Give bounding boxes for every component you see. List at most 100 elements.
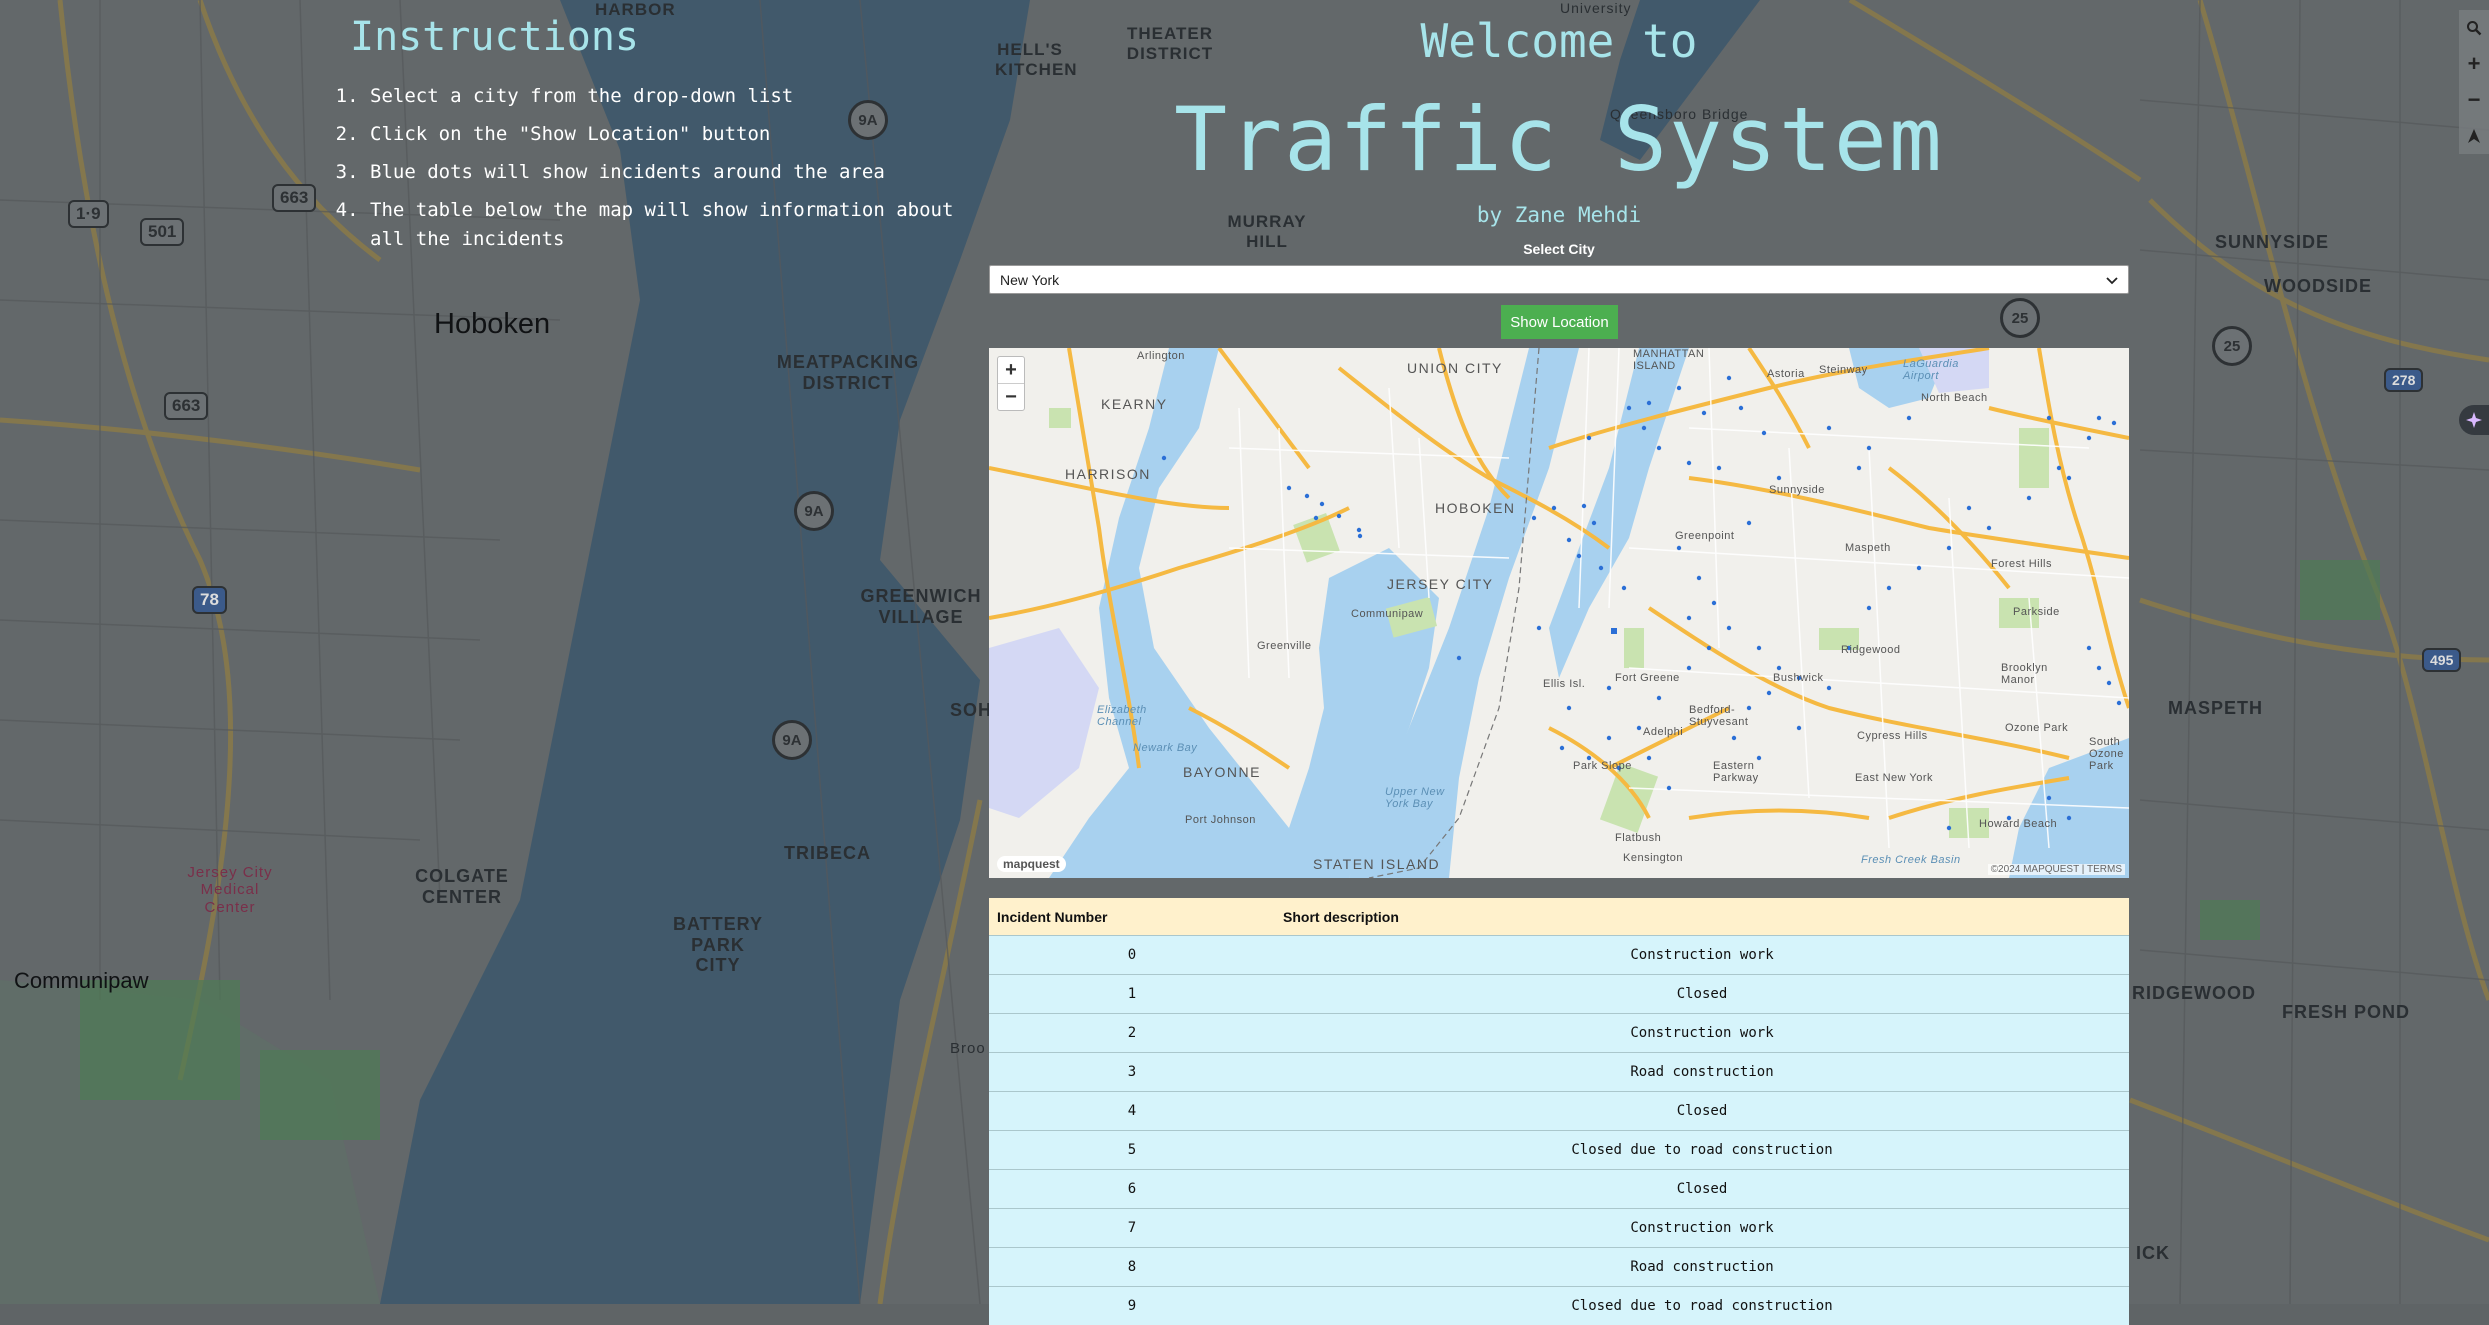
bg-shield-278: 278 — [2384, 368, 2423, 392]
incident-map[interactable]: Arlington KEARNY UNION CITY HARRISON HOB… — [989, 348, 2129, 878]
description-cell: Construction work — [1275, 1014, 2129, 1053]
bg-label-broo: Broo — [950, 1040, 986, 1057]
bg-shield-9a-2: 9A — [794, 491, 834, 531]
bg-shield-78: 78 — [192, 586, 227, 614]
compass-icon[interactable] — [2459, 118, 2489, 154]
bg-label-meatpacking: MEATPACKING DISTRICT — [768, 352, 928, 393]
map-label: HARRISON — [1065, 466, 1151, 482]
bg-label-communipaw: Communipaw — [14, 968, 149, 993]
map-attribution[interactable]: ©2024 MAPQUEST | TERMS — [1988, 864, 2125, 875]
table-header-row: Incident Number Short description — [989, 898, 2129, 936]
map-label: East New York — [1855, 772, 1933, 784]
incident-number-cell: 4 — [989, 1092, 1275, 1131]
map-zoom-out-button[interactable]: − — [998, 383, 1024, 410]
map-label: STATEN ISLAND — [1313, 856, 1440, 872]
map-label: JERSEY CITY — [1387, 576, 1494, 592]
map-label: MANHATTAN ISLAND — [1633, 348, 1703, 372]
zoom-in-icon[interactable]: + — [2459, 46, 2489, 82]
map-label: Kensington — [1623, 852, 1683, 864]
incident-number-cell: 1 — [989, 975, 1275, 1014]
instructions-panel: Instructions Select a city from the drop… — [330, 14, 970, 263]
column-header-incident-number: Incident Number — [989, 898, 1275, 936]
map-label: North Beach — [1921, 392, 1988, 404]
table-row: 2Construction work — [989, 1014, 2129, 1053]
map-zoom-control: + − — [997, 356, 1025, 411]
map-zoom-in-button[interactable]: + — [998, 357, 1024, 383]
incident-number-cell: 3 — [989, 1053, 1275, 1092]
bg-label-maspeth: MASPETH — [2168, 698, 2263, 719]
table-row: 5Closed due to road construction — [989, 1131, 2129, 1170]
bg-label-soh: SOH — [950, 700, 992, 721]
welcome-heading: Welcome to — [989, 14, 2129, 68]
map-label: South Ozone Park — [2089, 736, 2129, 772]
bg-label-sunnyside: SUNNYSIDE — [2215, 232, 2329, 253]
map-label: Port Johnson — [1185, 814, 1256, 826]
bg-label-hoboken: Hoboken — [434, 308, 550, 341]
bg-shield-663a: 663 — [272, 184, 316, 212]
map-label: Greenville — [1257, 640, 1312, 652]
instructions-title: Instructions — [350, 14, 970, 60]
table-row: 7Construction work — [989, 1209, 2129, 1248]
map-label: Cypress Hills — [1857, 730, 1928, 742]
bg-shield-663b: 663 — [164, 392, 208, 420]
map-label: KEARNY — [1101, 396, 1168, 412]
map-label: Parkside — [2013, 606, 2060, 618]
chevron-down-icon — [2106, 272, 2118, 288]
incident-number-cell: 9 — [989, 1287, 1275, 1325]
map-label: Park Slope — [1573, 760, 1632, 772]
description-cell: Closed due to road construction — [1275, 1131, 2129, 1170]
map-label: Adelphi — [1643, 726, 1683, 738]
description-cell: Closed due to road construction — [1275, 1287, 2129, 1325]
sparkle-icon[interactable] — [2459, 405, 2489, 435]
map-label: Communipaw — [1351, 608, 1423, 620]
map-label: Upper New York Bay — [1385, 786, 1465, 810]
search-icon[interactable] — [2459, 10, 2489, 46]
instruction-step: Click on the "Show Location" button — [370, 120, 970, 149]
map-label: Howard Beach — [1979, 818, 2057, 830]
map-label: Flatbush — [1615, 832, 1661, 844]
map-label: Eastern Parkway — [1713, 760, 1773, 784]
instruction-step: Blue dots will show incidents around the… — [370, 158, 970, 187]
bg-label-colgate-center: COLGATE CENTER — [412, 866, 512, 907]
city-select[interactable]: New York — [989, 265, 2129, 294]
bg-label-fresh-pond: FRESH POND — [2282, 1002, 2410, 1023]
map-label: Arlington — [1137, 350, 1185, 362]
incident-number-cell: 2 — [989, 1014, 1275, 1053]
city-select-value: New York — [1000, 272, 1059, 288]
description-cell: Closed — [1275, 975, 2129, 1014]
instruction-step: The table below the map will show inform… — [370, 196, 970, 254]
map-label: Steinway — [1819, 364, 1868, 376]
column-header-short-description: Short description — [1275, 898, 2129, 936]
select-city-label: Select City — [989, 241, 2129, 257]
table-row: 4Closed — [989, 1092, 2129, 1131]
incident-number-cell: 8 — [989, 1248, 1275, 1287]
map-label: Fort Greene — [1615, 672, 1680, 684]
mapquest-logo[interactable]: mapquest — [997, 856, 1066, 872]
incident-number-cell: 6 — [989, 1170, 1275, 1209]
zoom-out-icon[interactable]: − — [2459, 82, 2489, 118]
bg-label-battery-park: BATTERY PARK CITY — [668, 914, 768, 976]
map-label: UNION CITY — [1407, 360, 1503, 376]
table-row: 6Closed — [989, 1170, 2129, 1209]
description-cell: Construction work — [1275, 936, 2129, 975]
bg-label-woodside: WOODSIDE — [2264, 276, 2372, 297]
author-byline: by Zane Mehdi — [989, 203, 2129, 227]
table-row: 0Construction work — [989, 936, 2129, 975]
map-label: Maspeth — [1845, 542, 1891, 554]
map-label: BAYONNE — [1183, 764, 1261, 780]
bg-shield-1-9: 1·9 — [68, 200, 109, 228]
map-label: Newark Bay — [1133, 742, 1197, 754]
bg-label-tribeca: TRIBECA — [784, 843, 871, 864]
bg-shield-501: 501 — [140, 218, 184, 246]
description-cell: Road construction — [1275, 1053, 2129, 1092]
bg-shield-25b: 25 — [2212, 326, 2252, 366]
page-title: Traffic System — [989, 88, 2129, 191]
bg-label-ridgewood: RIDGEWOOD — [2132, 983, 2256, 1004]
table-row: 9Closed due to road construction — [989, 1287, 2129, 1325]
bg-label-ick: ICK — [2136, 1243, 2170, 1264]
bg-shield-9a-3: 9A — [772, 720, 812, 760]
show-location-button[interactable]: Show Location — [1501, 305, 1618, 339]
incident-table: Incident Number Short description 0Const… — [989, 898, 2129, 1325]
map-label: Bushwick — [1773, 672, 1823, 684]
map-label: Brooklyn Manor — [2001, 662, 2061, 686]
